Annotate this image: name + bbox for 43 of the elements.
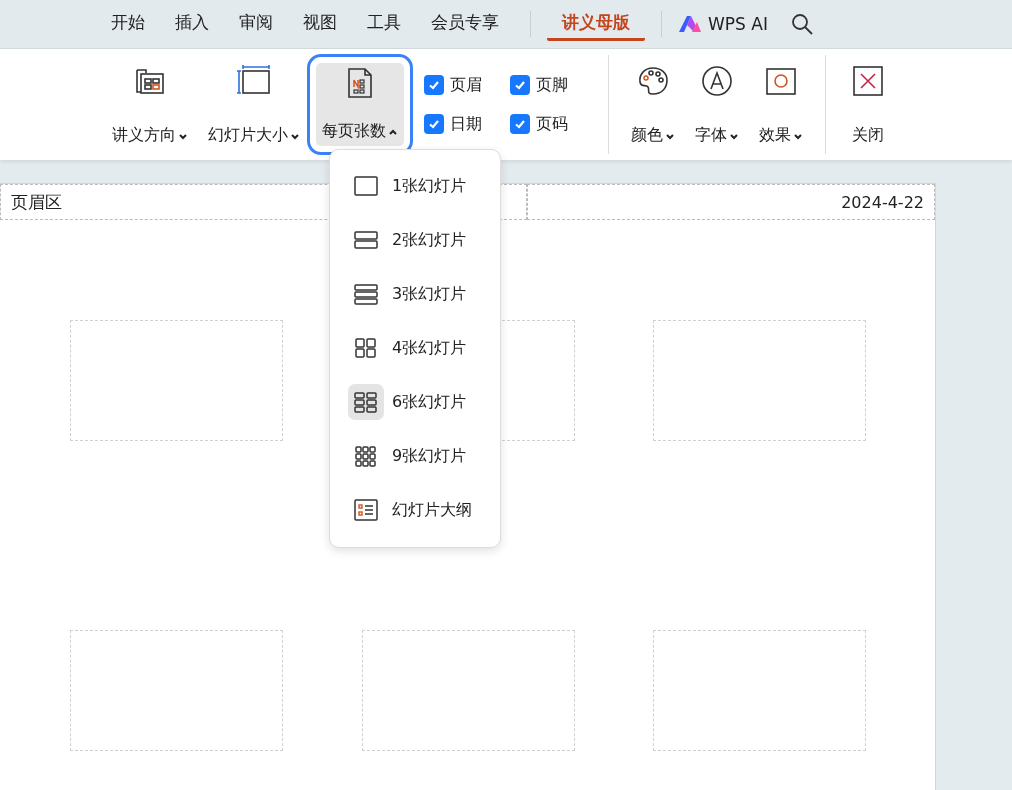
menu-item[interactable]: 幻灯片大纲 <box>330 483 500 537</box>
checkbox[interactable]: 页脚 <box>510 74 596 96</box>
ai-logo-icon <box>678 15 702 33</box>
document-grid-icon <box>345 67 375 99</box>
ribbon-button[interactable]: 讲义方向 <box>106 49 194 160</box>
menu-tab[interactable]: 插入 <box>160 7 224 41</box>
ai-button[interactable]: WPS AI <box>678 14 768 34</box>
four-grid-icon <box>354 337 378 359</box>
checkbox-box[interactable] <box>424 114 444 134</box>
menu-tab[interactable]: 视图 <box>288 7 352 41</box>
two-rows-icon <box>354 229 378 251</box>
palette-icon <box>637 65 669 97</box>
checkbox[interactable]: 日期 <box>424 113 510 135</box>
menu-item[interactable]: 3张幻灯片 <box>330 267 500 321</box>
ribbon-button[interactable]: 颜色 <box>625 49 681 160</box>
menu-item[interactable]: 9张幻灯片 <box>330 429 500 483</box>
close-button[interactable]: 关闭 <box>842 49 894 160</box>
letter-circle-icon <box>701 65 733 97</box>
search-icon[interactable] <box>789 12 814 36</box>
outline-list-icon <box>354 499 378 521</box>
ribbon-button[interactable]: 幻灯片大小 <box>202 49 306 160</box>
ribbon-button[interactable]: 效果 <box>753 49 809 160</box>
single-frame-icon <box>354 175 378 197</box>
menu-tab[interactable]: 审阅 <box>224 7 288 41</box>
checkbox-box[interactable] <box>510 75 530 95</box>
menu-item[interactable]: 4张幻灯片 <box>330 321 500 375</box>
date-text: 2024-4-22 <box>526 184 935 220</box>
checkbox[interactable]: 页码 <box>510 113 596 135</box>
six-grid-icon <box>354 391 378 413</box>
menu-tab[interactable]: 工具 <box>352 7 416 41</box>
menu-tab[interactable]: 开始 <box>96 7 160 41</box>
effect-icon <box>765 65 797 97</box>
ribbon-button[interactable]: 字体 <box>689 49 745 160</box>
checkbox-box[interactable] <box>424 75 444 95</box>
menu-tab[interactable]: 会员专享 <box>416 7 514 41</box>
menu-tab[interactable]: 讲义母版 <box>547 7 645 41</box>
slide-size-icon <box>237 65 271 97</box>
nine-grid-icon <box>354 445 378 467</box>
checkbox[interactable]: 页眉 <box>424 74 510 96</box>
menu-item[interactable]: 6张幻灯片 <box>330 375 500 429</box>
three-rows-icon <box>354 283 378 305</box>
checkbox-box[interactable] <box>510 114 530 134</box>
close-icon <box>852 65 884 97</box>
